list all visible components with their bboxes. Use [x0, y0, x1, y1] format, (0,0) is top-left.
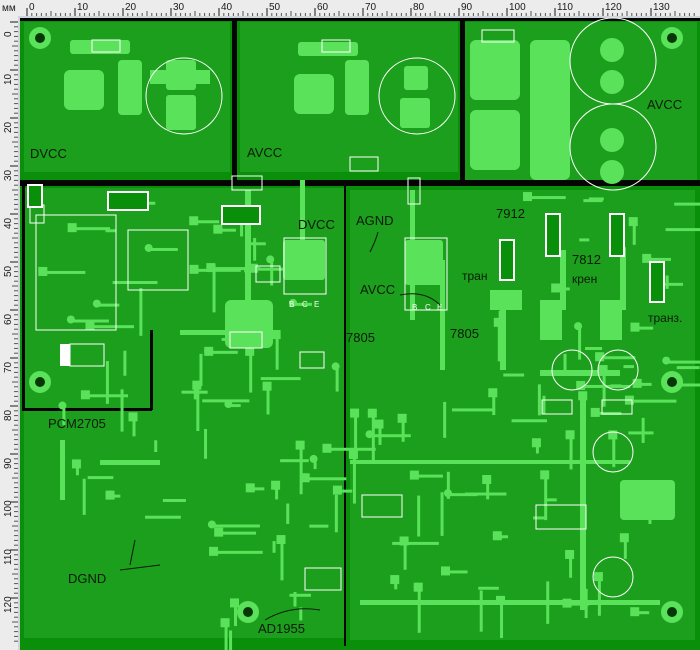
- x-ruler-tick-label: 60: [317, 2, 329, 13]
- y-ruler-tick-label: 50: [3, 265, 14, 277]
- top-ruler: [0, 0, 700, 16]
- x-ruler-tick-label: 120: [605, 2, 622, 13]
- y-ruler-tick-label: 110: [3, 549, 14, 565]
- label-pcm2705: PCM2705: [48, 416, 106, 431]
- pin-label: C: [302, 300, 308, 309]
- label-trans: транз.: [648, 311, 682, 325]
- y-ruler-tick-label: 80: [3, 409, 14, 421]
- x-ruler-tick-label: 130: [653, 2, 670, 13]
- label-agnd: AGND: [356, 213, 394, 228]
- label-avcc-right: AVCC: [647, 97, 682, 112]
- pin-label: B: [289, 300, 294, 309]
- y-ruler-tick-label: 0: [3, 31, 14, 37]
- x-ruler-tick-label: 50: [269, 2, 281, 13]
- label-7805-left: 7805: [346, 330, 375, 345]
- x-ruler-tick-label: 90: [461, 2, 473, 13]
- label-tran: тран: [462, 269, 487, 283]
- y-ruler-tick-label: 40: [3, 217, 14, 229]
- y-ruler-tick-label: 20: [3, 121, 14, 133]
- label-7812: 7812: [572, 252, 601, 267]
- x-ruler-tick-label: 30: [173, 2, 185, 13]
- ruler-unit: мм: [2, 3, 16, 14]
- pin-label: E: [314, 300, 319, 309]
- x-ruler-tick-label: 10: [77, 2, 89, 13]
- pin-label: C: [425, 303, 431, 312]
- label-avcc-mid: AVCC: [360, 282, 395, 297]
- label-ad1955: AD1955: [258, 621, 305, 636]
- x-ruler-tick-label: 0: [29, 2, 35, 13]
- x-ruler-tick-label: 20: [125, 2, 137, 13]
- x-ruler-tick-label: 100: [509, 2, 526, 13]
- x-ruler-tick-label: 110: [557, 2, 573, 13]
- x-ruler-tick-label: 40: [221, 2, 233, 13]
- y-ruler-tick-label: 70: [3, 361, 14, 373]
- y-ruler-tick-label: 90: [3, 457, 14, 469]
- label-dvcc-mid: DVCC: [298, 217, 335, 232]
- y-ruler-tick-label: 30: [3, 169, 14, 181]
- label-dgnd: DGND: [68, 571, 106, 586]
- y-ruler-tick-label: 60: [3, 313, 14, 325]
- label-kren: крен: [572, 272, 597, 286]
- x-ruler-tick-label: 70: [365, 2, 377, 13]
- x-ruler-tick-label: 80: [413, 2, 425, 13]
- label-avcc-top: AVCC: [247, 145, 282, 160]
- y-ruler-tick-label: 100: [3, 500, 14, 517]
- label-7912: 7912: [496, 206, 525, 221]
- pcb-layout-view: мм 0 10 20 30 40 50 60 70 80 90 100 110 120 130 0 10 20…: [0, 0, 700, 650]
- pin-label: B: [412, 303, 417, 312]
- label-dvcc-left: DVCC: [30, 146, 67, 161]
- y-ruler-tick-label: 120: [3, 596, 14, 613]
- y-ruler-tick-label: 10: [3, 73, 14, 85]
- label-7805-right: 7805: [450, 326, 479, 341]
